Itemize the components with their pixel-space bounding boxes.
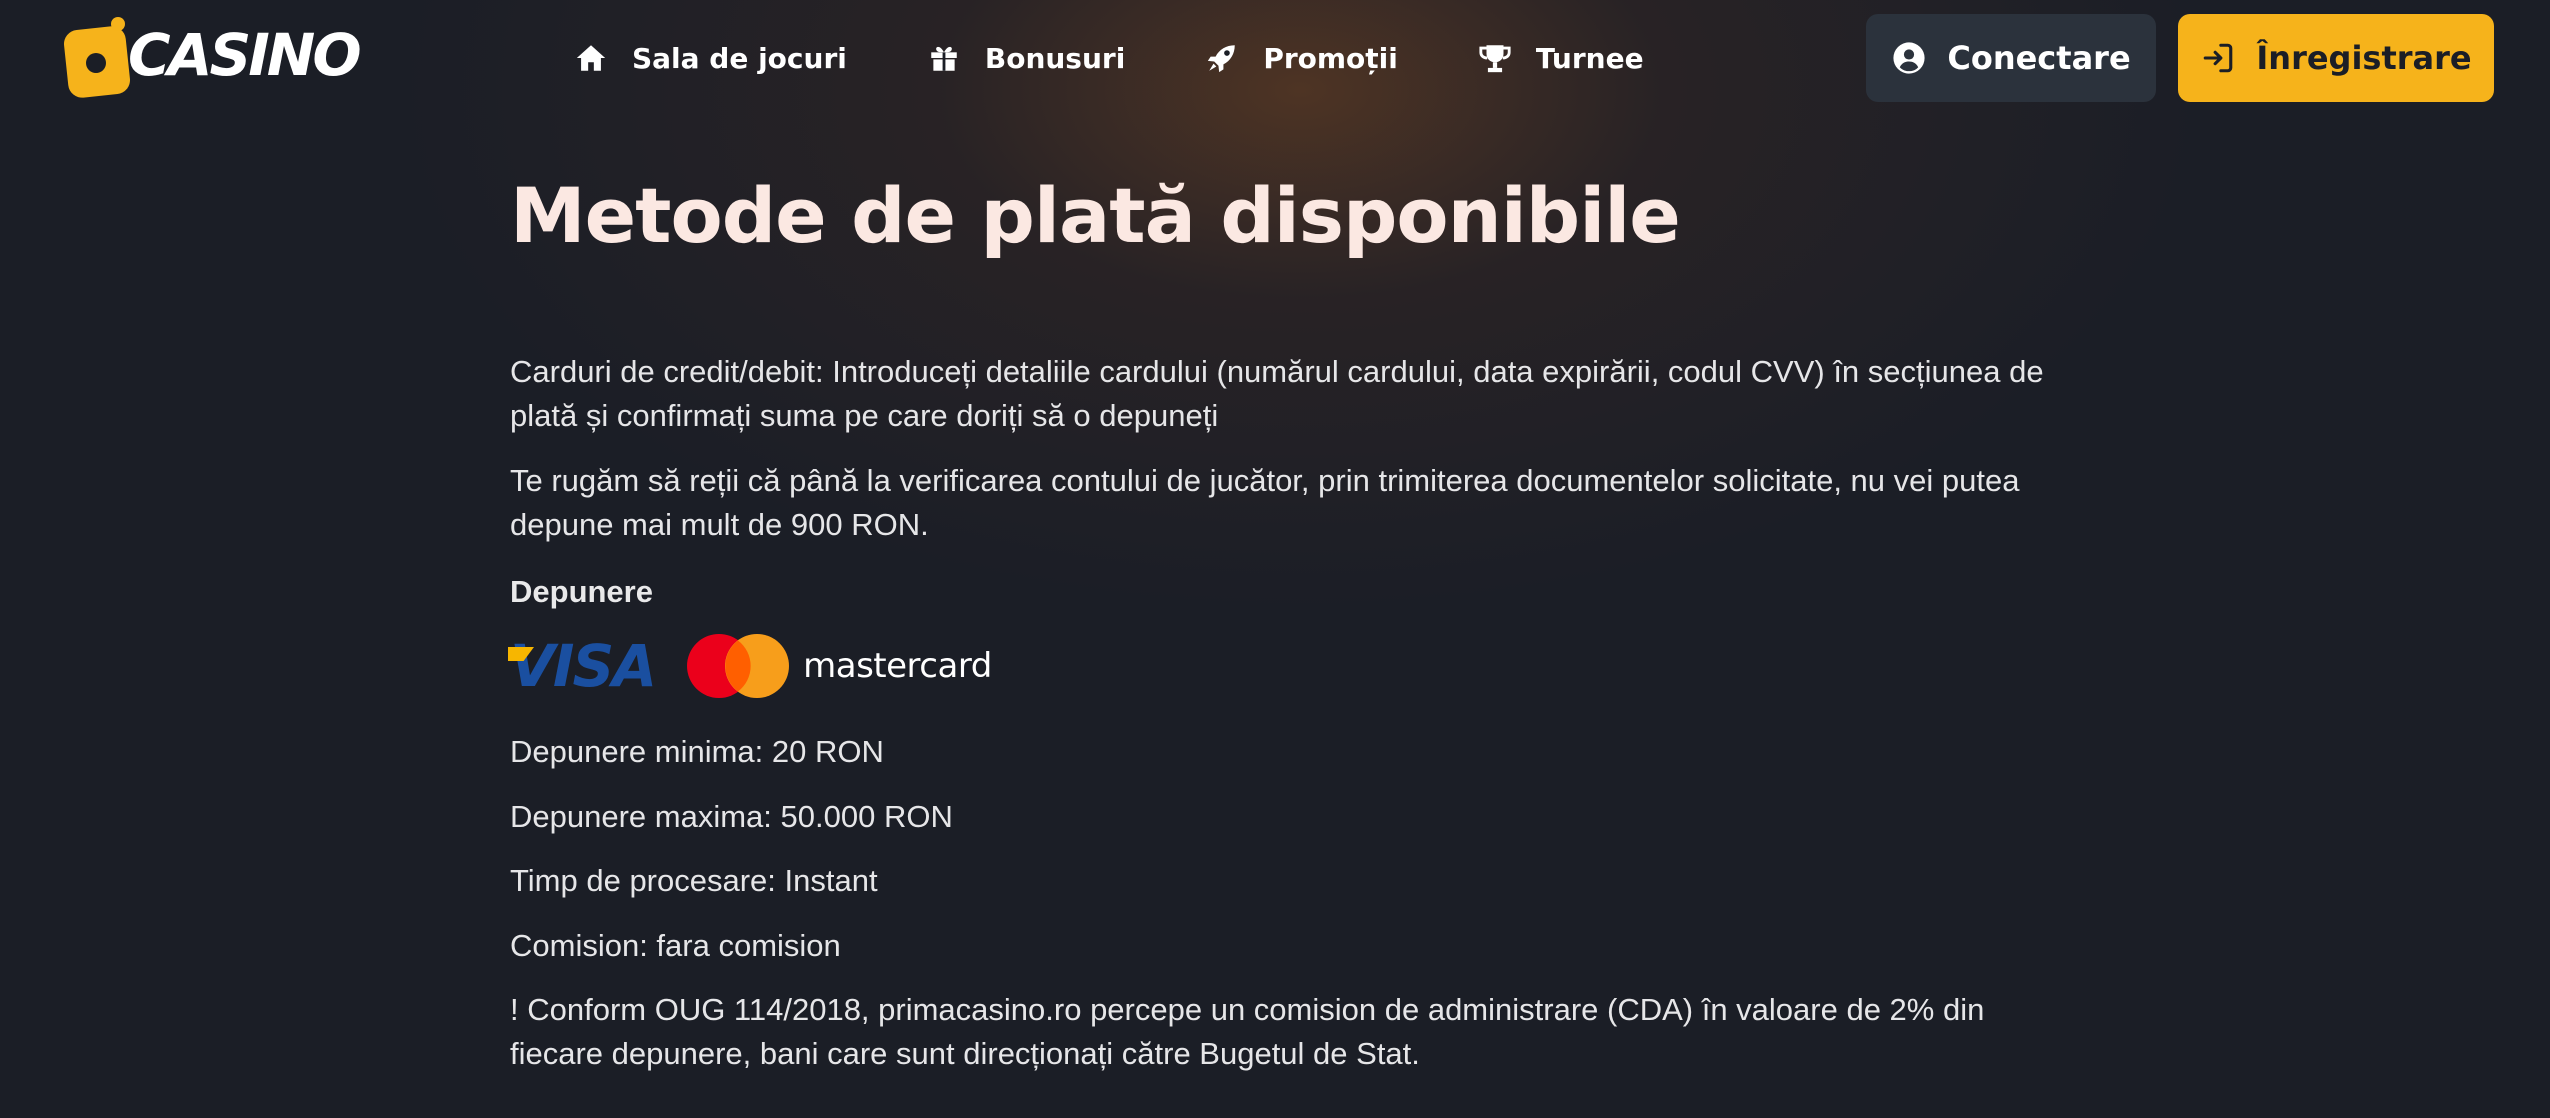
nav-item-sala-de-jocuri[interactable]: Sala de jocuri	[572, 39, 847, 77]
trophy-icon	[1476, 39, 1514, 77]
mastercard-circles-icon	[687, 634, 790, 698]
deposit-maximum: Depunere maxima: 50.000 RON	[510, 799, 953, 834]
cda-fee-note: ! Conform OUG 114/2018, primacasino.ro p…	[510, 992, 1985, 1071]
main-content: Metode de plată disponibile Carduri de c…	[508, 168, 2070, 1071]
logo-text: CASINO	[128, 21, 362, 89]
deposit-fee: Comision: fara comision	[510, 928, 841, 963]
main-nav: Sala de jocuri Bonusuri Promoții Turnee	[572, 30, 1722, 86]
nav-item-label: Sala de jocuri	[632, 41, 847, 75]
payment-logos: VISA mastercard	[508, 630, 992, 702]
nav-item-label: Promoții	[1263, 41, 1398, 75]
casino-logo[interactable]: CASINO	[62, 16, 362, 104]
nav-item-turnee[interactable]: Turnee	[1476, 39, 1644, 77]
verification-limit-text: Te rugăm să reții că până la verificarea…	[510, 463, 2020, 542]
user-circle-icon	[1891, 40, 1927, 76]
login-button-label: Conectare	[1947, 39, 2131, 77]
card-instructions-text: Carduri de credit/debit: Introduceți det…	[510, 354, 2044, 433]
register-button[interactable]: Înregistrare	[2178, 14, 2494, 102]
deposit-minimum: Depunere minima: 20 RON	[510, 734, 884, 769]
rocket-icon	[1203, 39, 1241, 77]
mastercard-logo-text: mastercard	[803, 646, 992, 686]
sign-in-icon	[2200, 40, 2236, 76]
nav-item-label: Turnee	[1535, 41, 1644, 75]
register-button-label: Înregistrare	[2256, 39, 2472, 77]
page-title: Metode de plată disponibile	[510, 171, 1681, 260]
nav-item-promotii[interactable]: Promoții	[1203, 39, 1398, 77]
page: CASINO Sala de jocuri Bonusuri Promoții …	[0, 0, 2550, 1118]
mastercard-logo: mastercard	[685, 632, 992, 700]
visa-logo-text: VISA	[510, 632, 657, 700]
deposit-heading: Depunere	[510, 574, 653, 609]
nav-item-bonusuri[interactable]: Bonusuri	[925, 39, 1125, 77]
processing-time: Timp de procesare: Instant	[510, 863, 878, 898]
nav-item-label: Bonusuri	[984, 41, 1126, 75]
gift-icon	[925, 39, 963, 77]
visa-logo: VISA	[508, 637, 657, 695]
home-icon	[572, 39, 610, 77]
login-button[interactable]: Conectare	[1866, 14, 2156, 102]
site-header: CASINO Sala de jocuri Bonusuri Promoții …	[0, 0, 2550, 116]
